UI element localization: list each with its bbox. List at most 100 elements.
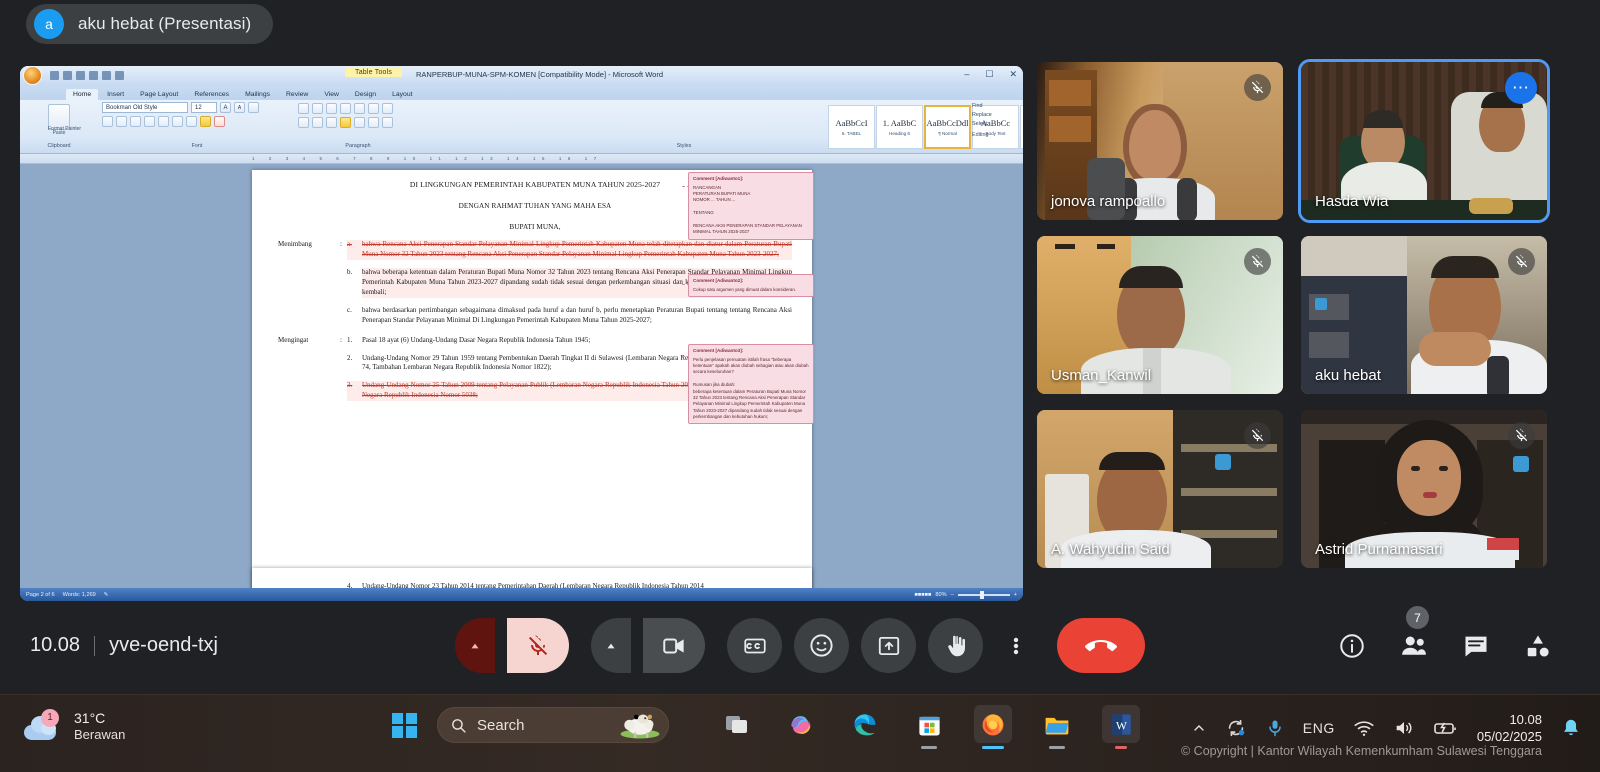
italic-icon[interactable] bbox=[116, 116, 127, 127]
zoom-level[interactable]: 80% bbox=[935, 592, 946, 598]
more-options-button[interactable] bbox=[995, 618, 1037, 673]
ribbon-tab-layout[interactable]: Layout bbox=[385, 89, 419, 100]
weather-widget[interactable]: 1 31°C Berawan bbox=[24, 708, 125, 744]
copilot-icon[interactable] bbox=[782, 705, 820, 743]
underline-icon[interactable] bbox=[130, 116, 141, 127]
camera-options-button[interactable] bbox=[591, 618, 631, 673]
style-card[interactable]: AaBbCcI ¶ No Spacing bbox=[1020, 105, 1023, 149]
clock[interactable]: 10.08 05/02/2025 bbox=[1477, 711, 1542, 745]
participant-tile[interactable]: A. Wahyudin Said bbox=[1037, 410, 1283, 568]
battery-icon[interactable] bbox=[1433, 717, 1459, 739]
raise-hand-button[interactable] bbox=[928, 618, 983, 673]
ribbon-tab-strip[interactable]: Home Insert Page Layout References Maili… bbox=[20, 85, 1023, 100]
meeting-details-button[interactable] bbox=[1334, 628, 1370, 664]
start-button-icon[interactable] bbox=[392, 712, 417, 738]
ribbon-tab-view[interactable]: View bbox=[317, 89, 346, 100]
participant-tile[interactable]: Usman_Kanwil bbox=[1037, 236, 1283, 394]
ribbon-tab-mailings[interactable]: Mailings bbox=[238, 89, 277, 100]
shared-screen-stage[interactable]: Table Tools RANPERBUP-MUNA-SPM-KOMEN [Co… bbox=[20, 66, 1023, 601]
taskbar-search-box[interactable]: Search bbox=[437, 707, 669, 743]
select-button[interactable]: Select bbox=[972, 121, 992, 127]
align-left-icon[interactable] bbox=[298, 117, 309, 128]
strikethrough-icon[interactable] bbox=[144, 116, 155, 127]
participant-tile[interactable]: Astrid Purnamasari bbox=[1301, 410, 1547, 568]
proofing-icon[interactable]: ✎ bbox=[104, 592, 109, 598]
shading-icon[interactable] bbox=[368, 117, 379, 128]
show-marks-icon[interactable] bbox=[382, 103, 393, 114]
subscript-icon[interactable] bbox=[158, 116, 169, 127]
comment-box[interactable]: Comment [Adiwanto3]: Perlu penjelasan pe… bbox=[688, 344, 814, 425]
increase-indent-icon[interactable] bbox=[354, 103, 365, 114]
end-call-button[interactable] bbox=[1057, 618, 1145, 673]
present-screen-button[interactable] bbox=[861, 618, 916, 673]
notification-bell-icon[interactable] bbox=[1560, 717, 1582, 739]
word-icon[interactable]: W bbox=[1102, 705, 1140, 749]
zoom-slider[interactable] bbox=[957, 590, 1010, 599]
emoji-reaction-button[interactable] bbox=[794, 618, 849, 673]
justify-icon[interactable] bbox=[340, 117, 351, 128]
participant-tile-active-speaker[interactable]: ⋯ Hasda Wia bbox=[1298, 59, 1550, 223]
restore-icon[interactable]: ☐ bbox=[985, 69, 993, 80]
presenter-chip[interactable]: a aku hebat (Presentasi) bbox=[26, 3, 274, 44]
show-hidden-icons-chevron-icon[interactable] bbox=[1191, 720, 1207, 736]
wifi-icon[interactable] bbox=[1353, 717, 1375, 739]
find-button[interactable]: Find bbox=[972, 103, 992, 109]
redo-icon[interactable] bbox=[76, 71, 85, 80]
volume-icon[interactable] bbox=[1393, 717, 1415, 739]
edge-icon[interactable] bbox=[846, 705, 884, 743]
numbering-icon[interactable] bbox=[312, 103, 323, 114]
preview-icon[interactable] bbox=[102, 71, 111, 80]
captions-button[interactable] bbox=[727, 618, 782, 673]
font-name-box[interactable]: Bookman Old Style bbox=[102, 102, 188, 113]
font-size-box[interactable]: 12 bbox=[191, 102, 217, 113]
decrease-indent-icon[interactable] bbox=[340, 103, 351, 114]
format-painter-button[interactable]: Format Painter bbox=[48, 126, 81, 132]
microsoft-store-icon[interactable] bbox=[910, 705, 948, 749]
onedrive-sync-icon[interactable] bbox=[1225, 717, 1247, 739]
people-button[interactable]: 7 bbox=[1396, 606, 1432, 664]
superscript-icon[interactable] bbox=[172, 116, 183, 127]
more-options-icon[interactable]: ⋯ bbox=[1505, 72, 1537, 104]
zoom-in-icon[interactable]: + bbox=[1014, 592, 1017, 598]
chat-button[interactable] bbox=[1458, 628, 1494, 664]
ribbon-tab-review[interactable]: Review bbox=[279, 89, 315, 100]
camera-button[interactable] bbox=[643, 618, 705, 673]
replace-button[interactable]: Replace bbox=[972, 112, 992, 118]
office-button-icon[interactable] bbox=[23, 66, 42, 85]
document-canvas[interactable]: DI LINGKUNGAN PEMERINTAH KABUPATEN MUNA … bbox=[20, 164, 1023, 588]
clear-formatting-icon[interactable] bbox=[248, 102, 259, 113]
window-buttons[interactable]: – ☐ ✕ bbox=[964, 69, 1017, 80]
borders-icon[interactable] bbox=[382, 117, 393, 128]
participant-tile[interactable]: jonova rampoallo bbox=[1037, 62, 1283, 220]
bold-icon[interactable] bbox=[102, 116, 113, 127]
undo-icon[interactable] bbox=[63, 71, 72, 80]
align-right-icon[interactable] bbox=[326, 117, 337, 128]
multilevel-list-icon[interactable] bbox=[326, 103, 337, 114]
shrink-font-icon[interactable]: A bbox=[234, 102, 245, 113]
minimize-icon[interactable]: – bbox=[964, 69, 969, 80]
bullets-icon[interactable] bbox=[298, 103, 309, 114]
file-explorer-icon[interactable] bbox=[1038, 705, 1076, 749]
microphone-button[interactable] bbox=[507, 618, 569, 673]
line-spacing-icon[interactable] bbox=[354, 117, 365, 128]
print-icon[interactable] bbox=[89, 71, 98, 80]
document-page-3[interactable]: 4. Undang-Undang Nomor 23 Tahun 2014 ten… bbox=[252, 568, 812, 588]
align-center-icon[interactable] bbox=[312, 117, 323, 128]
comment-box[interactable]: Comment [Adiwanto2]: Cukup satu argumen … bbox=[688, 274, 814, 298]
mic-options-button[interactable] bbox=[455, 618, 495, 673]
participant-tile[interactable]: aku hebat bbox=[1301, 236, 1547, 394]
customize-qat-icon[interactable] bbox=[115, 71, 124, 80]
ribbon-tab-references[interactable]: References bbox=[187, 89, 236, 100]
change-case-icon[interactable] bbox=[186, 116, 197, 127]
ribbon-tab-home[interactable]: Home bbox=[66, 89, 99, 100]
microphone-tray-icon[interactable] bbox=[1265, 718, 1285, 738]
ribbon-tab-design[interactable]: Design bbox=[348, 89, 383, 100]
ribbon-tab-insert[interactable]: Insert bbox=[100, 89, 131, 100]
font-color-icon[interactable] bbox=[214, 116, 225, 127]
activities-button[interactable] bbox=[1520, 628, 1556, 664]
quick-access-toolbar[interactable] bbox=[50, 71, 124, 80]
grow-font-icon[interactable]: A bbox=[220, 102, 231, 113]
view-buttons[interactable]: ■■■■■ bbox=[914, 592, 931, 598]
sort-icon[interactable] bbox=[368, 103, 379, 114]
firefox-icon[interactable] bbox=[974, 705, 1012, 749]
